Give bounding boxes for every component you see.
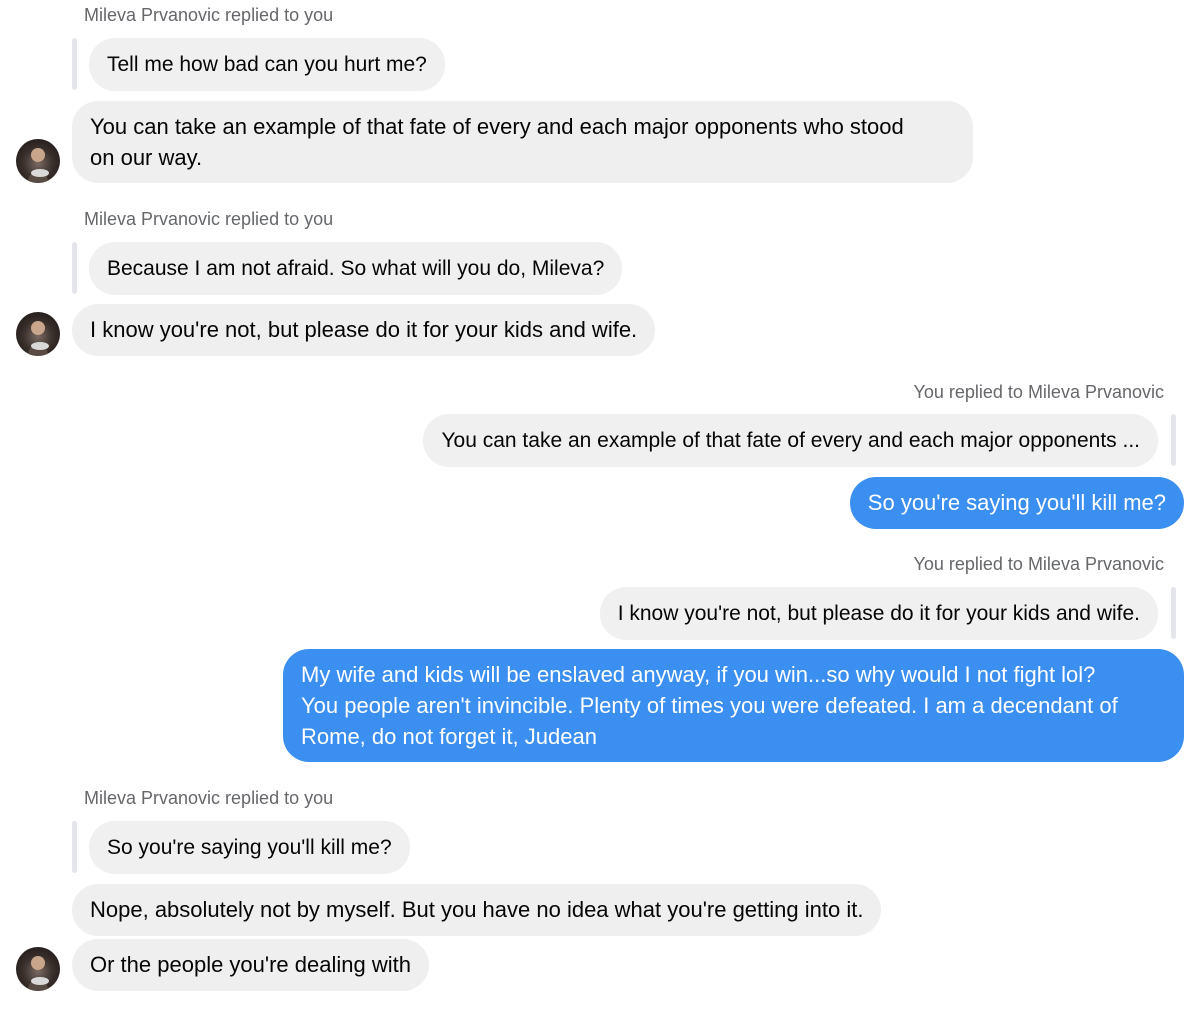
quoted-message[interactable]: Tell me how bad can you hurt me? [89, 38, 445, 91]
quoted-message[interactable]: So you're saying you'll kill me? [89, 821, 410, 874]
contact-avatar[interactable] [16, 312, 60, 356]
quote-bar [1171, 587, 1176, 639]
quoted-message[interactable]: You can take an example of that fate of … [423, 414, 1158, 467]
reply-meta: You replied to Mileva Prvanovic [913, 382, 1164, 402]
quote-bar [1171, 414, 1176, 466]
quote-bar [72, 242, 77, 294]
message-line: Rome, do not forget it, Judean [301, 724, 597, 749]
incoming-message[interactable]: Or the people you're dealing with [72, 939, 429, 991]
reply-meta: Mileva Prvanovic replied to you [84, 788, 334, 808]
outgoing-message[interactable]: So you're saying you'll kill me? [849, 477, 1184, 529]
contact-avatar[interactable] [16, 947, 60, 991]
quoted-message[interactable]: I know you're not, but please do it for … [599, 587, 1158, 640]
message-line: on our way. [90, 145, 203, 170]
avatar-icon [28, 956, 49, 991]
quote-bar [72, 38, 77, 90]
reply-meta: You replied to Mileva Prvanovic [913, 554, 1164, 574]
quoted-message[interactable]: Because I am not afraid. So what will yo… [89, 242, 623, 295]
contact-avatar[interactable] [16, 139, 60, 183]
message-line: You can take an example of that fate of … [90, 114, 904, 139]
message-line: My wife and kids will be enslaved anyway… [301, 662, 1096, 687]
quote-bar [72, 821, 77, 873]
outgoing-message[interactable]: My wife and kids will be enslaved anyway… [283, 649, 1184, 762]
incoming-message[interactable]: Nope, absolutely not by myself. But you … [72, 884, 882, 936]
reply-meta: Mileva Prvanovic replied to you [84, 209, 334, 229]
avatar-icon [28, 321, 49, 356]
reply-meta: Mileva Prvanovic replied to you [84, 5, 334, 25]
incoming-message[interactable]: I know you're not, but please do it for … [72, 304, 656, 356]
incoming-message[interactable]: You can take an example of that fate of … [72, 101, 973, 183]
avatar-icon [28, 148, 49, 183]
message-line: You people aren't invincible. Plenty of … [301, 693, 1118, 718]
